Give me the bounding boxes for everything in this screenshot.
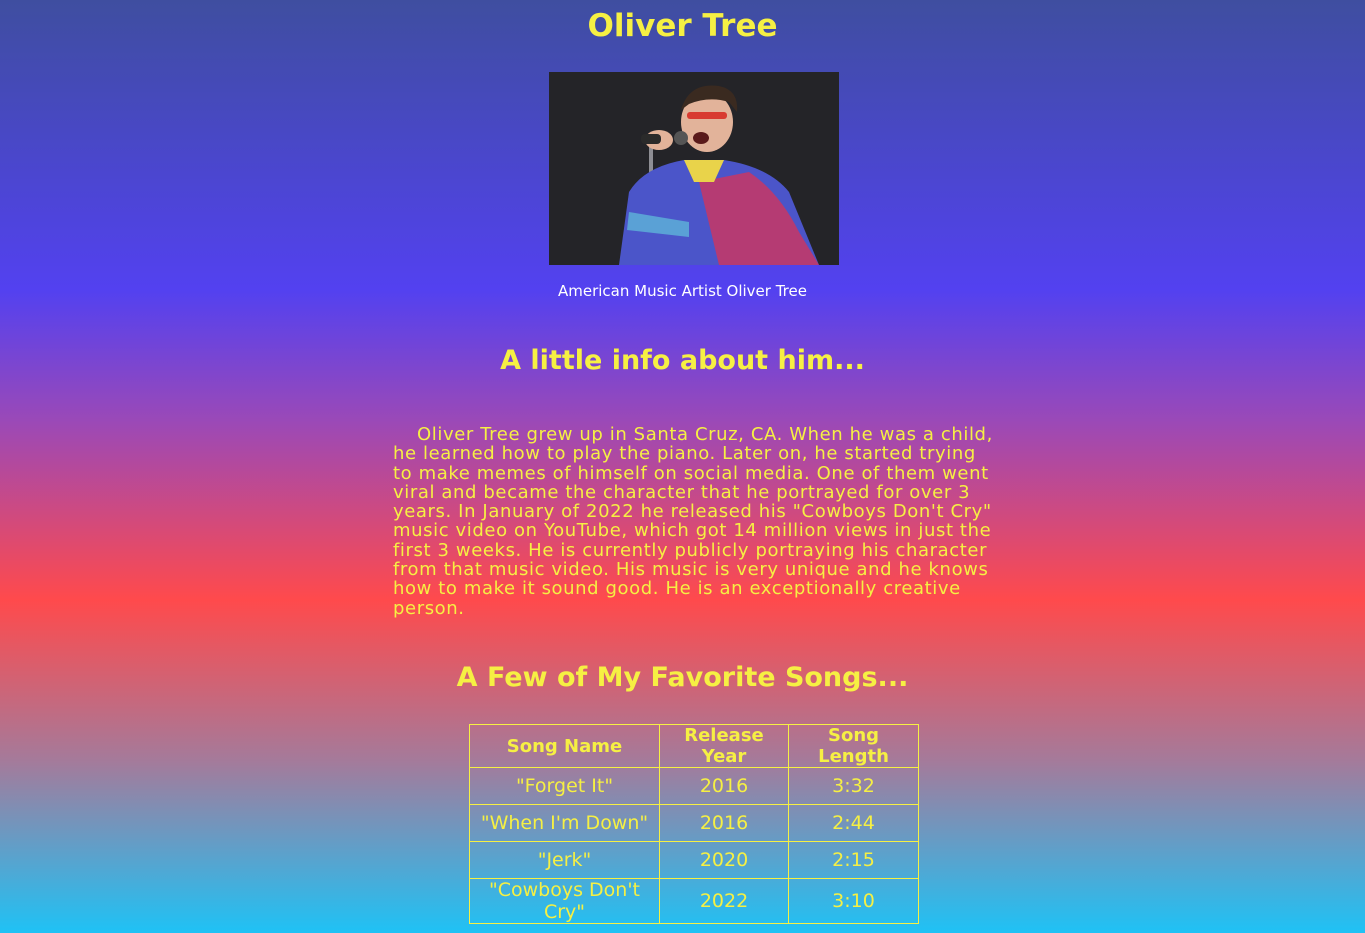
release-year-cell: 2016 [659,767,789,805]
column-header-song-length: Song Length [788,724,919,768]
song-length-cell: 2:44 [788,804,919,842]
song-length-cell: 3:10 [788,878,919,924]
song-length-cell: 2:15 [788,841,919,879]
table-row: "When I'm Down" 2016 2:44 [469,804,919,842]
table-row: "Cowboys Don't Cry" 2022 3:10 [469,878,919,924]
table-header-row: Song Name Release Year Song Length [469,724,919,768]
release-year-cell: 2020 [659,841,789,879]
song-name-cell: "Jerk" [469,841,660,879]
bio-paragraph: Oliver Tree grew up in Santa Cruz, CA. W… [393,424,993,619]
song-name-cell: "Forget It" [469,767,660,805]
table-row: "Forget It" 2016 3:32 [469,767,919,805]
page: Oliver Tree American Music Artist Oliver… [0,0,1365,933]
release-year-cell: 2016 [659,804,789,842]
release-year-cell: 2022 [659,878,789,924]
songs-heading: A Few of My Favorite Songs... [456,662,909,693]
song-name-cell: "Cowboys Don't Cry" [469,878,660,924]
photo-caption: American Music Artist Oliver Tree [558,282,807,300]
table-row: "Jerk" 2020 2:15 [469,841,919,879]
column-header-release-year: Release Year [659,724,789,768]
song-name-cell: "When I'm Down" [469,804,660,842]
column-header-song-name: Song Name [469,724,660,768]
song-length-cell: 3:32 [788,767,919,805]
songs-table: Song Name Release Year Song Length "Forg… [469,724,919,924]
info-heading: A little info about him... [500,345,865,376]
page-title: Oliver Tree [587,8,778,44]
artist-photo [549,72,839,265]
